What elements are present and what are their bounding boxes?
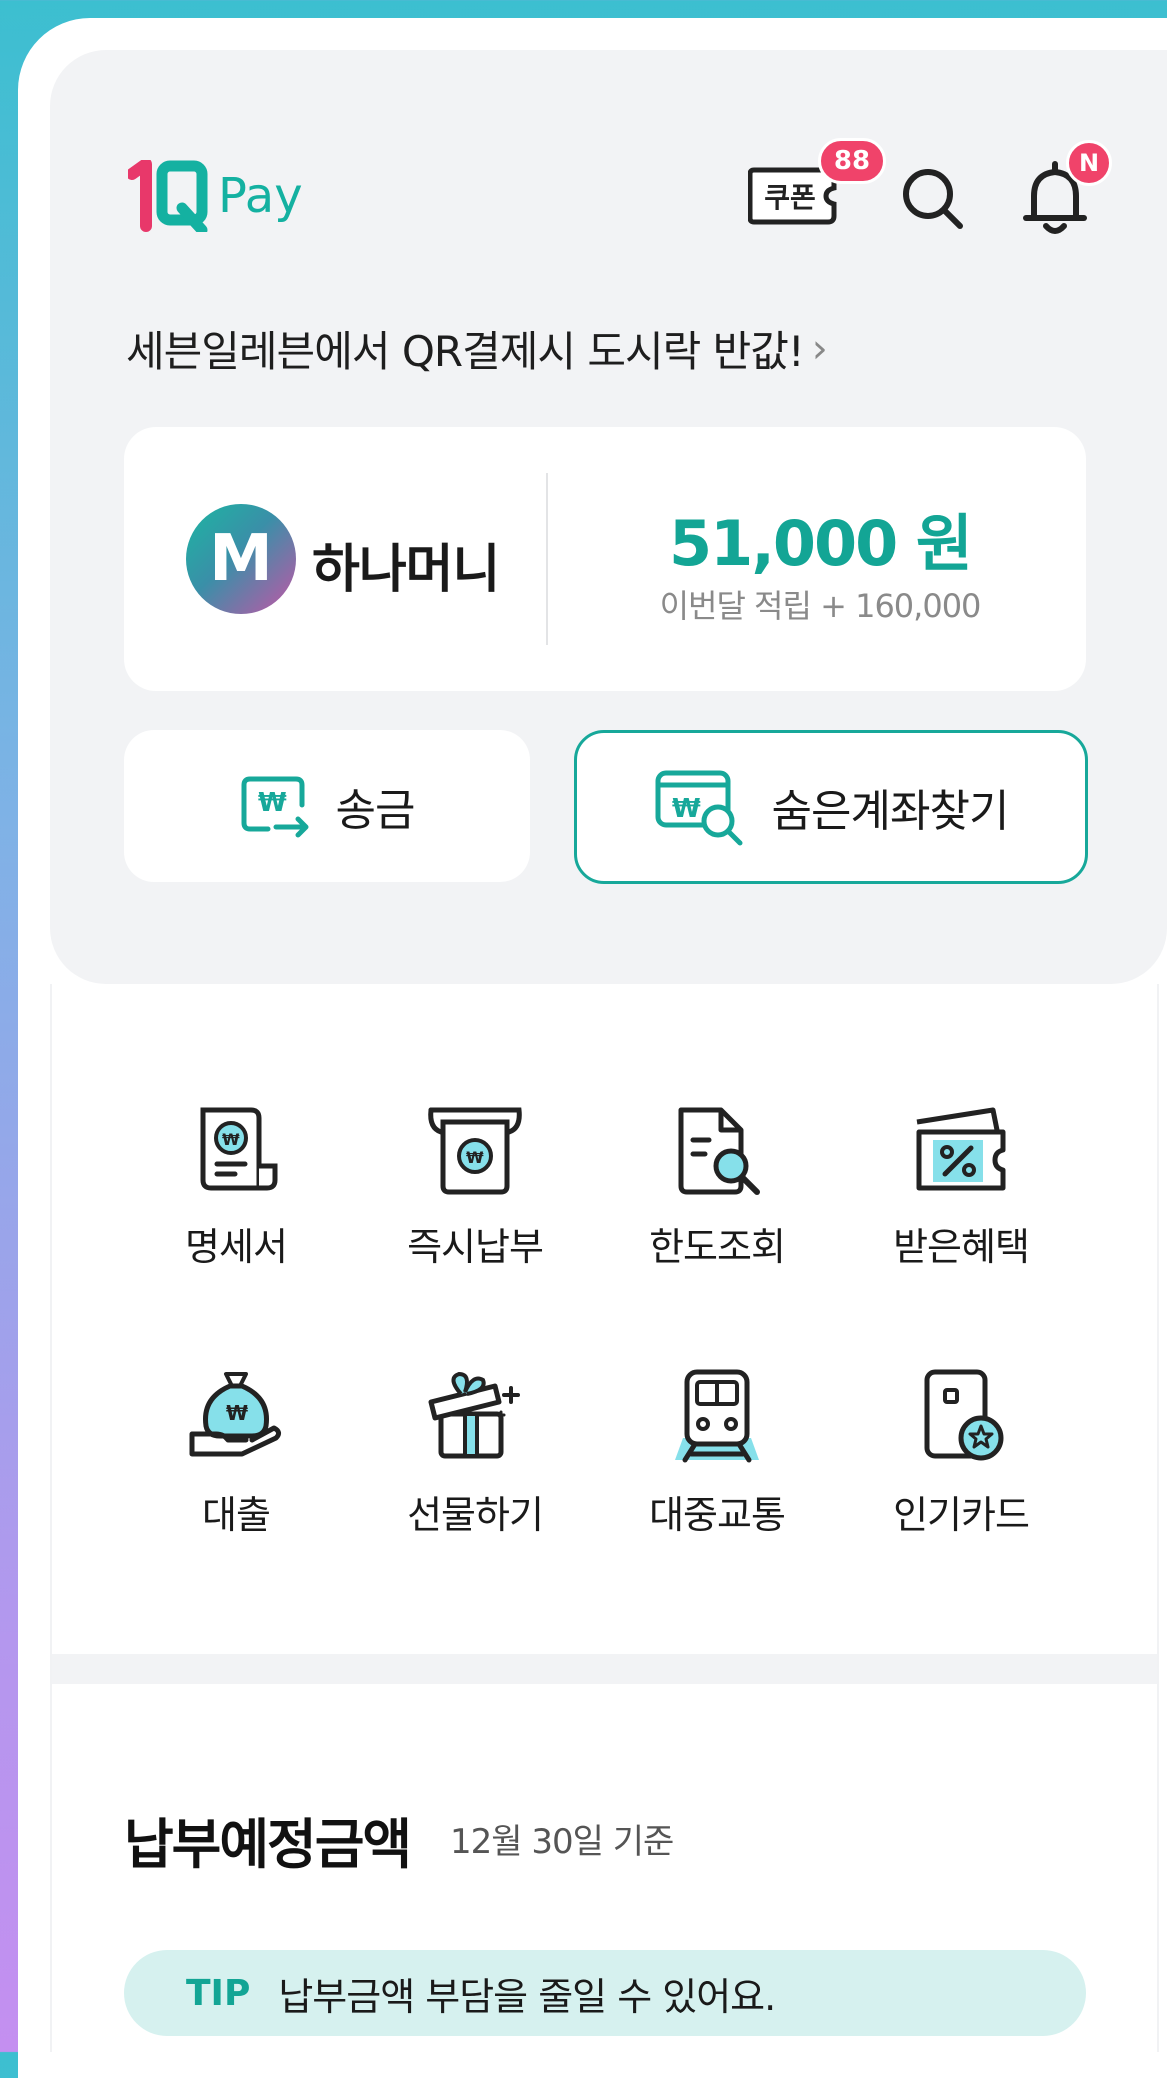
tip-banner[interactable]: TIP 납부금액 부담을 줄일 수 있어요. xyxy=(124,1950,1086,2036)
svg-text:₩: ₩ xyxy=(672,794,701,824)
frame-edge-right xyxy=(1157,984,1159,2052)
promo-banner[interactable]: 세븐일레븐에서 QR결제시 도시락 반값! › xyxy=(126,318,828,379)
frame-edge-left xyxy=(50,984,52,2052)
app-logo[interactable]: Pay xyxy=(128,160,303,232)
menu-statement[interactable]: ₩ 명세서 xyxy=(126,1104,346,1271)
hana-money-card[interactable]: M 하나머니 51,000 원 이번달 적립 + 160,000 xyxy=(124,427,1086,691)
due-amount-date: 12월 30일 기준 xyxy=(450,1822,674,1862)
search-button[interactable] xyxy=(900,166,964,230)
svg-text:₩: ₩ xyxy=(466,1148,484,1167)
menu-received-benefits[interactable]: 받은혜택 xyxy=(851,1104,1071,1271)
send-money-label: 송금 xyxy=(335,785,416,836)
document-search-icon xyxy=(678,1107,760,1195)
discount-coupon-icon xyxy=(916,1107,1006,1191)
send-money-button[interactable]: ₩ 송금 xyxy=(124,730,530,882)
menu-popular-cards[interactable]: 인기카드 xyxy=(851,1368,1071,1539)
logo-pay-text: Pay xyxy=(218,168,303,224)
menu-received-benefits-label: 받은혜택 xyxy=(893,1225,1030,1269)
balance-amount: 51,000 원 xyxy=(669,507,973,580)
menu-instant-payment-label: 즉시납부 xyxy=(407,1225,544,1269)
due-amount-title: 납부예정금액 xyxy=(124,1813,412,1876)
menu-gift[interactable]: 선물하기 xyxy=(365,1368,585,1539)
menu-instant-payment[interactable]: ₩ 즉시납부 xyxy=(365,1104,585,1271)
money-bag-hand-icon: ₩ xyxy=(189,1372,282,1457)
menu-limit-check-label: 한도조회 xyxy=(649,1225,786,1269)
menu-public-transport[interactable]: 대중교통 xyxy=(607,1368,827,1539)
chevron-right-icon: › xyxy=(811,325,828,372)
payment-terminal-icon: ₩ xyxy=(428,1107,522,1195)
section-separator xyxy=(52,1654,1157,1684)
train-icon xyxy=(675,1369,759,1463)
svg-text:₩: ₩ xyxy=(258,788,287,818)
hana-money-label: 하나머니 xyxy=(312,540,500,600)
menu-gift-label: 선물하기 xyxy=(407,1493,544,1537)
menu-popular-cards-label: 인기카드 xyxy=(893,1493,1030,1537)
menu-loan[interactable]: ₩ 대출 xyxy=(126,1368,346,1539)
menu-public-transport-label: 대중교통 xyxy=(649,1493,786,1537)
find-hidden-accounts-label: 숨은계좌찾기 xyxy=(771,786,1010,837)
svg-text:₩: ₩ xyxy=(222,1130,240,1149)
find-hidden-accounts-button[interactable]: ₩ 숨은계좌찾기 xyxy=(574,730,1088,884)
monthly-earned: 이번달 적립 + 160,000 xyxy=(659,587,982,625)
1q-logo-icon xyxy=(128,160,208,232)
notification-new-badge: N xyxy=(1066,140,1112,186)
tip-tag: TIP xyxy=(186,1972,251,2014)
card-star-icon xyxy=(924,1369,1004,1461)
tip-message: 납부금액 부담을 줄일 수 있어요. xyxy=(278,1974,776,2019)
svg-text:₩: ₩ xyxy=(226,1401,248,1425)
card-divider xyxy=(546,473,548,645)
statement-icon: ₩ xyxy=(200,1107,278,1191)
account-search-icon: ₩ xyxy=(655,770,743,846)
coupon-label: 쿠폰 xyxy=(764,181,816,214)
coupon-count-badge: 88 xyxy=(818,138,886,184)
notification-button[interactable]: N xyxy=(1020,140,1112,236)
promo-text: 세븐일레븐에서 QR결제시 도시락 반값! xyxy=(126,327,805,376)
menu-loan-label: 대출 xyxy=(202,1493,271,1537)
coupon-button[interactable]: 쿠폰 88 xyxy=(748,138,886,226)
search-icon xyxy=(903,169,963,229)
menu-limit-check[interactable]: 한도조회 xyxy=(607,1104,827,1271)
gift-box-icon xyxy=(428,1371,520,1459)
menu-statement-label: 명세서 xyxy=(185,1225,288,1269)
transfer-icon: ₩ xyxy=(241,776,309,838)
hana-money-logo: M xyxy=(186,504,296,614)
